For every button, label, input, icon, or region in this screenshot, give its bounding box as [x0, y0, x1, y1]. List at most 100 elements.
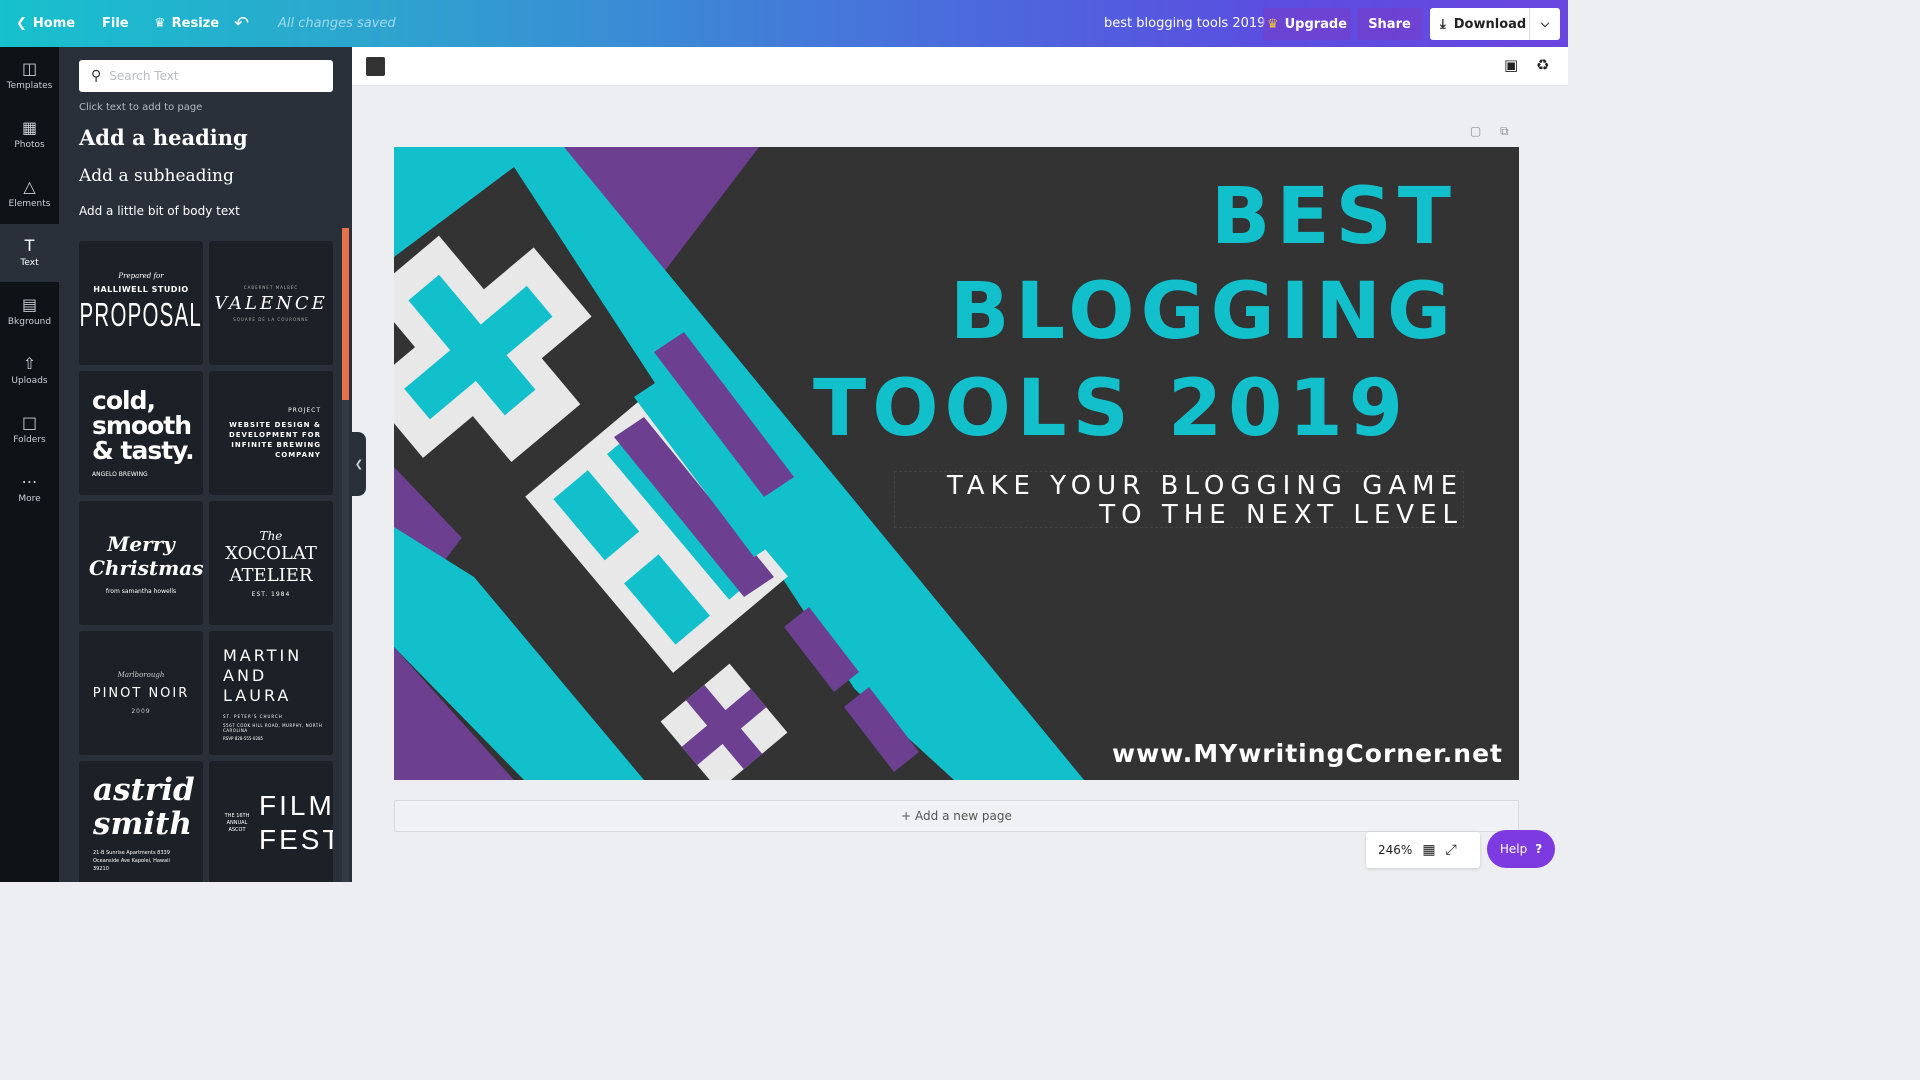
canvas-subtitle[interactable]: TAKE YOUR BLOGGING GAME TO THE NEXT LEVE… [894, 471, 1464, 530]
add-body-text[interactable]: Add a little bit of body text [79, 204, 240, 218]
grid-view-icon[interactable]: ▦ [1422, 842, 1435, 858]
chevron-left-icon: ❮ [354, 458, 364, 470]
template-martin-laura[interactable]: MARTIN AND LAURA ST. PETER'S CHURCH 5567… [209, 631, 333, 755]
zoom-level[interactable]: 246% [1378, 843, 1412, 857]
template-merry-christmas[interactable]: Merry Christmas! from samantha howells [79, 501, 203, 625]
lock-icon[interactable]: ▣ [1504, 56, 1518, 74]
template-cold-smooth[interactable]: cold, smooth & tasty. ANGELO BREWING [79, 371, 203, 495]
rail-label: Bkground [7, 317, 52, 327]
template-foot: 5567 COOK HILL ROAD, MURPHY, NORTH CAROL… [223, 722, 323, 733]
background-icon: ▤ [21, 295, 38, 314]
template-foot: from samantha howells [105, 587, 177, 595]
template-big: cold, smooth & tasty. [92, 386, 195, 465]
search-box[interactable]: ⚲ [79, 60, 333, 92]
collapse-panel-button[interactable]: ❮ [352, 432, 366, 496]
editor-toolbar: ▣ ♻ [352, 47, 1568, 86]
chevron-down-icon[interactable]: ⌵ [1530, 17, 1560, 31]
more-icon: ⋯ [21, 472, 38, 491]
rail-label: Templates [6, 81, 53, 91]
search-input[interactable] [109, 69, 310, 83]
template-big: WEBSITE DESIGN & DEVELOPMENT FOR INFINIT… [228, 420, 321, 459]
template-valence[interactable]: CABERNET MALBEC VALENCE SQUARE DE LA COU… [209, 241, 333, 365]
rail-label: Folders [13, 435, 46, 445]
rail-label: Photos [14, 140, 45, 150]
resize-button[interactable]: ♛ Resize [154, 0, 219, 47]
template-foot: 2009 [131, 708, 151, 715]
color-swatch[interactable] [366, 57, 385, 76]
template-small: PROJECT [288, 406, 321, 414]
template-big: FILM FEST [259, 790, 333, 855]
question-icon: ? [1535, 842, 1543, 856]
template-big: XOCOLAT ATELIER [225, 542, 317, 586]
design-canvas[interactable]: BEST BLOGGING TOOLS 2019 TAKE YOUR BLOGG… [394, 147, 1519, 780]
crown-icon: ♛ [1266, 16, 1279, 32]
left-rail: ◫ Templates ▦ Photos △ Elements T Text ▤… [0, 47, 59, 882]
photos-icon: ▦ [21, 118, 38, 137]
rail-item-text[interactable]: T Text [0, 224, 59, 282]
zoom-control[interactable]: 246% ▦ ⤢ [1366, 832, 1480, 868]
help-button[interactable]: Help ? [1487, 830, 1555, 868]
save-status: All changes saved [278, 16, 396, 31]
download-main[interactable]: ⤓ Download [1430, 8, 1530, 40]
rail-item-photos[interactable]: ▦ Photos [0, 106, 59, 164]
template-big: PINOT NOIR [92, 686, 190, 701]
note-icon[interactable]: ▢ [1470, 124, 1481, 138]
template-big: MARTIN AND LAURA [223, 645, 303, 705]
canvas-title-line3[interactable]: TOOLS 2019 [813, 369, 1409, 449]
template-proposal[interactable]: Prepared for HALLIWELL STUDIO PROPOSAL [79, 241, 203, 365]
rail-item-templates[interactable]: ◫ Templates [0, 47, 59, 105]
template-rsvp: RSVP 828-555-0285 [223, 735, 264, 741]
upgrade-label: Upgrade [1284, 16, 1348, 32]
trash-icon[interactable]: ♻ [1536, 56, 1549, 74]
rail-label: Text [20, 258, 39, 268]
upgrade-button[interactable]: ♛ Upgrade [1263, 8, 1351, 40]
download-label: Download [1453, 16, 1527, 32]
folders-icon: □ [21, 413, 38, 432]
file-menu[interactable]: File [102, 0, 129, 47]
template-mid: HALLIWELL STUDIO [93, 285, 189, 294]
rail-label: More [18, 494, 41, 504]
document-title[interactable]: best blogging tools 2019 [1104, 0, 1265, 47]
rail-item-more[interactable]: ⋯ More [0, 460, 59, 518]
template-big: astrid smith [93, 772, 195, 842]
rail-label: Uploads [11, 376, 48, 386]
panel-scrollbar[interactable] [342, 228, 349, 882]
download-button[interactable]: ⤓ Download ⌵ [1430, 8, 1560, 40]
add-heading[interactable]: Add a heading [79, 125, 248, 150]
canvas-title-line2[interactable]: BLOGGING [950, 272, 1457, 352]
home-label: Home [32, 16, 76, 31]
duplicate-page-icon[interactable]: ⧉ [1500, 124, 1509, 139]
canvas-url[interactable]: www.MYwritingCorner.net [1112, 739, 1503, 768]
scrollbar-thumb[interactable] [342, 228, 349, 400]
add-page-button[interactable]: + Add a new page [394, 800, 1519, 832]
template-website-design[interactable]: PROJECT WEBSITE DESIGN & DEVELOPMENT FOR… [209, 371, 333, 495]
template-big: PROPOSAL [79, 296, 203, 333]
undo-icon[interactable]: ↶ [234, 0, 249, 47]
rail-item-uploads[interactable]: ⇧ Uploads [0, 342, 59, 400]
rail-item-elements[interactable]: △ Elements [0, 165, 59, 223]
template-film-fest[interactable]: THE 16TH ANNUAL ASCOT FILM FEST [209, 761, 333, 882]
template-pinot-noir[interactable]: Marlborough PINOT NOIR 2009 [79, 631, 203, 755]
chevron-left-icon: ❮ [16, 16, 27, 31]
add-subheading[interactable]: Add a subheading [79, 166, 234, 186]
fullscreen-icon[interactable]: ⤢ [1446, 842, 1457, 858]
download-icon: ⤓ [1440, 16, 1446, 32]
templates-icon: ◫ [21, 59, 38, 78]
template-small: CABERNET MALBEC [243, 284, 299, 290]
template-foot: SQUARE DE LA COURONNE [233, 316, 309, 322]
template-small: Prepared for [118, 272, 164, 280]
template-xocolat[interactable]: The XOCOLAT ATELIER EST. 1984 [209, 501, 333, 625]
template-small: The [259, 528, 283, 543]
canvas-subtitle-line2: TO THE NEXT LEVEL [1099, 500, 1463, 530]
home-button[interactable]: ❮ Home [16, 0, 75, 47]
template-foot: ANGELO BREWING [92, 471, 148, 478]
template-small: ST. PETER'S CHURCH [223, 713, 283, 719]
rail-item-folders[interactable]: □ Folders [0, 401, 59, 459]
rail-label: Elements [8, 199, 51, 209]
share-button[interactable]: Share [1357, 8, 1422, 40]
rail-item-background[interactable]: ▤ Bkground [0, 283, 59, 341]
resize-label: Resize [171, 16, 220, 31]
canvas-title-line1[interactable]: BEST [1211, 177, 1457, 257]
top-bar: ❮ Home File ♛ Resize ↶ All changes saved… [0, 0, 1568, 47]
template-astrid-smith[interactable]: astrid smith 21-B Sunrise Apartments 833… [79, 761, 203, 882]
